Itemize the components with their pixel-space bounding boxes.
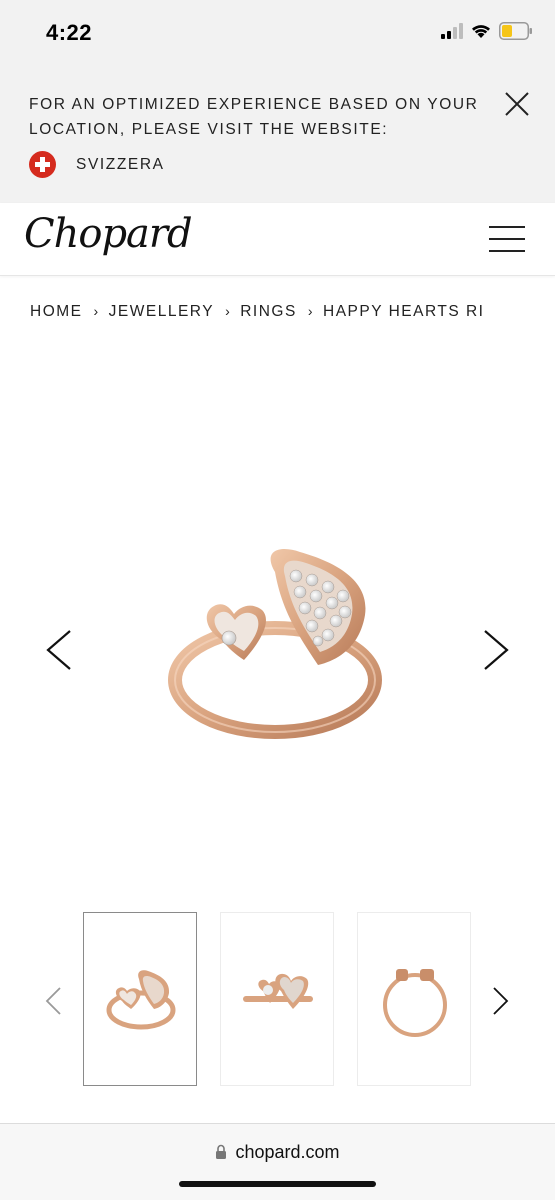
close-icon[interactable] [503,90,531,118]
status-icons [441,22,533,45]
url-display[interactable]: chopard.com [0,1142,555,1165]
status-bar: 4:22 [0,0,555,70]
country-link[interactable]: SVIZZERA [29,151,165,178]
breadcrumb-jewellery[interactable]: JEWELLERY [109,303,214,320]
thumbnail-2[interactable] [220,912,334,1086]
breadcrumb-separator: › [225,303,232,319]
breadcrumb-rings[interactable]: RINGS [240,303,297,320]
location-banner-message: FOR AN OPTIMIZED EXPERIENCE BASED ON YOU… [29,96,479,138]
breadcrumb: HOME › JEWELLERY › RINGS › HAPPY HEARTS RI [30,303,525,321]
chevron-left-icon[interactable] [42,984,66,1023]
status-time: 4:22 [46,20,93,45]
site-header: Chopard [0,203,555,276]
thumbnail-1[interactable] [83,912,197,1086]
product-gallery [0,340,555,900]
breadcrumb-separator: › [93,303,100,319]
location-banner: FOR AN OPTIMIZED EXPERIENCE BASED ON YOU… [0,70,555,203]
country-name: SVIZZERA [76,155,165,173]
chevron-right-icon[interactable] [488,984,512,1023]
product-image[interactable] [0,340,555,900]
lock-icon [215,1144,227,1165]
url-text: chopard.com [235,1142,340,1162]
hamburger-menu-icon[interactable] [489,226,525,254]
chopard-logo[interactable]: Chopard [24,211,193,257]
breadcrumb-current: HAPPY HEARTS RI [323,303,485,320]
wifi-icon [471,23,491,44]
thumbnail-3[interactable] [357,912,471,1086]
signal-icon [441,23,463,44]
battery-icon [499,22,533,45]
breadcrumb-separator: › [307,303,314,319]
breadcrumb-home[interactable]: HOME [30,303,83,320]
browser-bar: chopard.com [0,1123,555,1200]
swiss-flag-icon [29,151,56,178]
home-indicator[interactable] [179,1181,376,1187]
thumbnail-strip [0,912,555,1088]
